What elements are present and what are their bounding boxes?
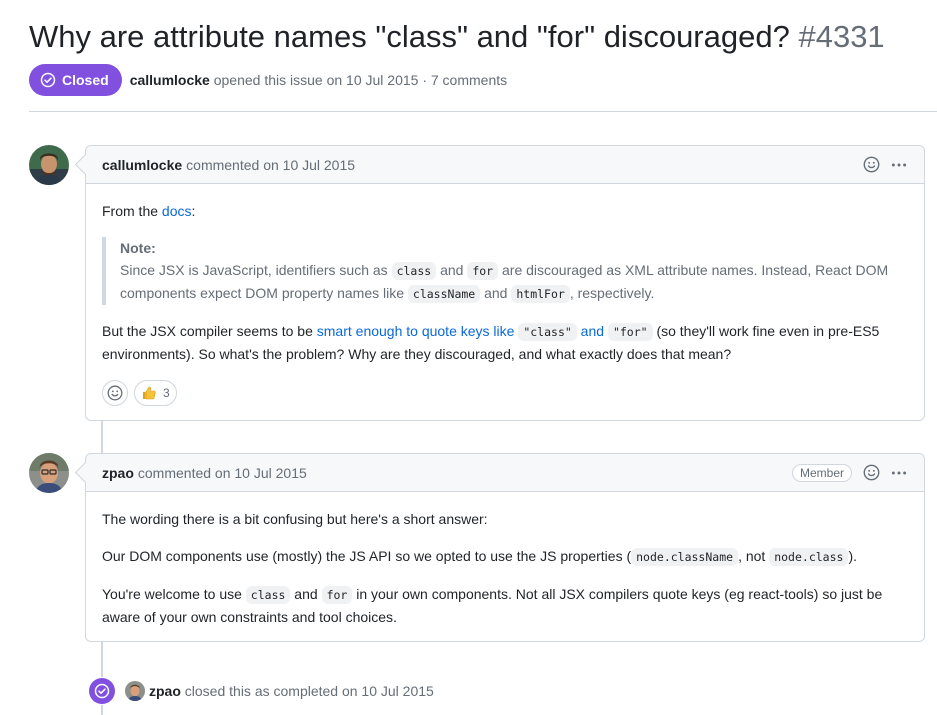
issue-meta-text: callumlocke opened this issue on 10 Jul …: [130, 72, 507, 88]
smart-enough-link[interactable]: smart enough to quote keys like "class" …: [316, 323, 653, 341]
thumbs-up-icon: [143, 386, 156, 400]
status-badge: Closed: [29, 64, 122, 96]
issue-meta: Closed callumlocke opened this issue on …: [29, 64, 929, 96]
text: and: [436, 262, 468, 278]
comment-paragraph: But the JSX compiler seems to be smart e…: [102, 320, 908, 365]
text: , not: [738, 548, 770, 564]
note-blockquote: Note: Since JSX is JavaScript, identifie…: [102, 237, 908, 305]
comment-body: The wording there is a bit confusing but…: [86, 492, 924, 644]
event-actor[interactable]: zpao: [149, 683, 181, 699]
comment-actions: Member: [791, 463, 908, 482]
issue-title: Why are attribute names "class" and "for…: [29, 14, 929, 60]
inline-code: for: [467, 262, 499, 280]
inline-code: "class": [518, 323, 577, 341]
member-badge: Member: [791, 463, 852, 482]
smiley-icon[interactable]: [862, 156, 880, 174]
text: :: [191, 203, 196, 219]
inline-code: htmlFor: [511, 285, 570, 303]
text: ).: [848, 548, 858, 564]
text: , respectively.: [569, 285, 655, 301]
inline-code: "for": [607, 323, 653, 341]
text: and: [290, 586, 322, 602]
text: Since JSX is JavaScript, identifiers suc…: [120, 262, 392, 278]
thumbs-up-reaction[interactable]: 3: [134, 380, 177, 406]
comment-paragraph: Our DOM components use (mostly) the JS A…: [102, 545, 908, 568]
inline-code: class: [245, 586, 291, 604]
check-circle-icon: [89, 678, 115, 704]
comment-header: zpao commented on 10 Jul 2015 Member: [86, 454, 924, 492]
inline-code: for: [321, 586, 353, 604]
text: and: [480, 285, 512, 301]
comment-card: callumlocke commented on 10 Jul 2015 Fro…: [85, 145, 925, 421]
check-circle-icon: [40, 72, 56, 88]
comment-header: callumlocke commented on 10 Jul 2015: [86, 146, 924, 184]
link-text: and: [576, 323, 608, 339]
closed-event: zpao closed this as completed on 10 Jul …: [89, 677, 434, 705]
add-reaction-button[interactable]: [102, 380, 128, 406]
issue-header: Why are attribute names "class" and "for…: [29, 14, 929, 96]
avatar[interactable]: [29, 453, 69, 493]
comment-paragraph: The wording there is a bit confusing but…: [102, 511, 488, 527]
text: You're welcome to use: [102, 586, 246, 602]
comment-timestamp[interactable]: commented on 10 Jul 2015: [138, 465, 307, 481]
reaction-count: 3: [163, 386, 170, 400]
comment-body: From the docs: Note: Since JSX is JavaSc…: [86, 184, 924, 422]
comment-timestamp[interactable]: commented on 10 Jul 2015: [186, 157, 355, 173]
inline-code: class: [391, 262, 437, 280]
docs-link[interactable]: docs: [162, 203, 192, 219]
text: From the: [102, 203, 162, 219]
reactions: 3: [102, 380, 908, 406]
header-divider: [29, 111, 937, 112]
text: But the JSX compiler seems to be: [102, 323, 317, 339]
comment-author[interactable]: callumlocke: [102, 157, 182, 173]
comment-actions: [862, 156, 908, 174]
event-text: zpao closed this as completed on 10 Jul …: [149, 683, 434, 699]
kebab-icon[interactable]: [890, 156, 908, 174]
timeline-connector: [101, 705, 103, 715]
kebab-icon[interactable]: [890, 464, 908, 482]
avatar[interactable]: [29, 145, 69, 185]
inline-code: node.className: [631, 548, 739, 566]
comment-card: zpao commented on 10 Jul 2015 Member The…: [85, 453, 925, 642]
timeline-connector: [101, 420, 103, 453]
issue-number: #4331: [798, 19, 885, 54]
smiley-icon[interactable]: [862, 464, 880, 482]
comment-author[interactable]: zpao: [102, 465, 134, 481]
link-text: smart enough to quote keys like: [316, 323, 519, 339]
text: Our DOM components use (mostly) the JS A…: [102, 548, 632, 564]
note-title: Note:: [120, 240, 156, 256]
issue-author-link[interactable]: callumlocke: [130, 72, 210, 88]
issue-title-text: Why are attribute names "class" and "for…: [29, 19, 790, 54]
issue-opened-text: opened this issue on 10 Jul 2015 · 7 com…: [213, 72, 508, 88]
comment-paragraph: You're welcome to use class and for in y…: [102, 583, 908, 628]
avatar[interactable]: [125, 681, 145, 701]
inline-code: node.class: [769, 548, 849, 566]
event-description: closed this as completed on 10 Jul 2015: [184, 683, 434, 699]
timeline-connector: [101, 642, 103, 677]
smiley-icon: [107, 385, 123, 401]
note-text: Since JSX is JavaScript, identifiers suc…: [120, 259, 908, 305]
status-label: Closed: [62, 72, 109, 88]
inline-code: className: [407, 285, 481, 303]
comment-paragraph: From the docs:: [102, 200, 908, 222]
